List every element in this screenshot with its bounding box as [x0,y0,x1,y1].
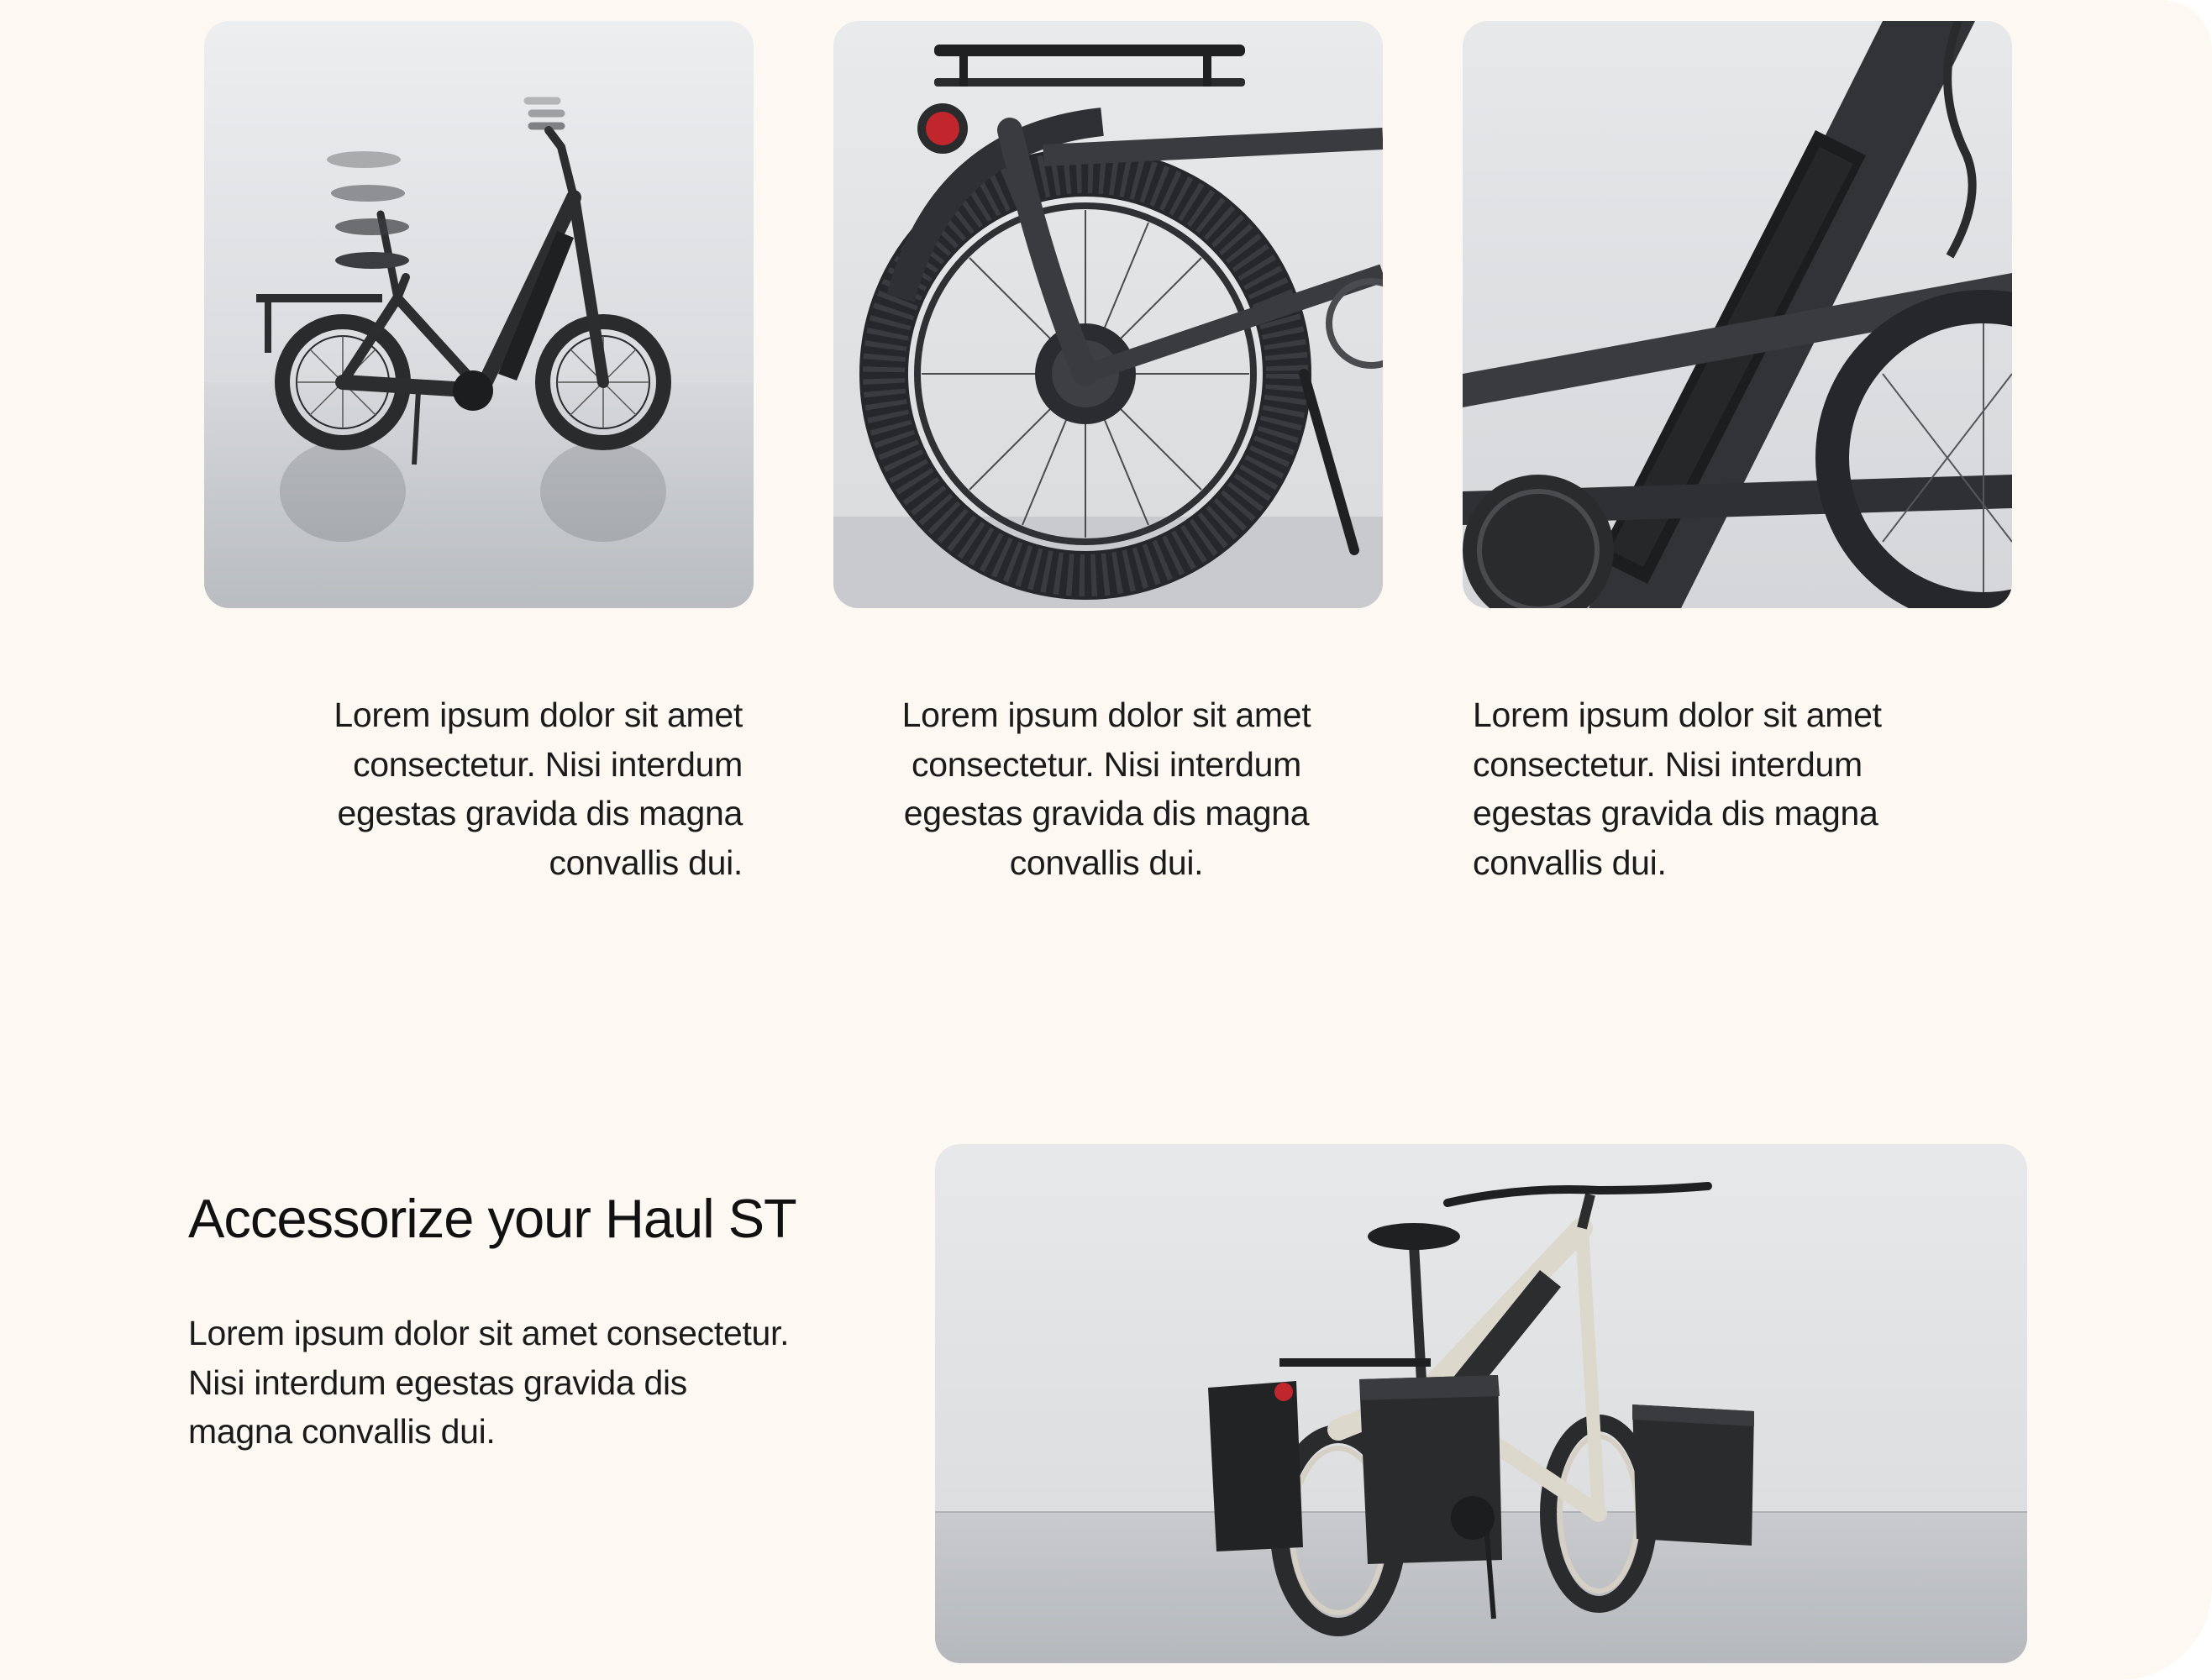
feature-card-image-3 [1463,21,2012,608]
feature-card-image-2 [833,21,1383,608]
accessorize-image [935,1144,2027,1663]
folding-ebike-side-view-photo [204,21,754,608]
feature-caption-3: Lorem ipsum dolor sit amet consectetur. … [1473,696,1882,882]
accessorize-heading: Accessorize your Haul ST [188,1188,797,1249]
page: Lorem ipsum dolor sit amet consectetur. … [0,0,2212,1680]
feature-card-image-1 [204,21,754,608]
ebike-rear-wheel-rack-closeup-photo [833,21,1383,608]
ebike-with-panniers-photo [935,1144,2027,1663]
ebike-battery-frame-closeup-photo [1463,21,2012,608]
feature-caption-2: Lorem ipsum dolor sit amet consectetur. … [901,696,1311,882]
feature-caption-1: Lorem ipsum dolor sit amet consectetur. … [334,696,743,882]
accessorize-body: Lorem ipsum dolor sit amet consectetur. … [188,1314,790,1451]
